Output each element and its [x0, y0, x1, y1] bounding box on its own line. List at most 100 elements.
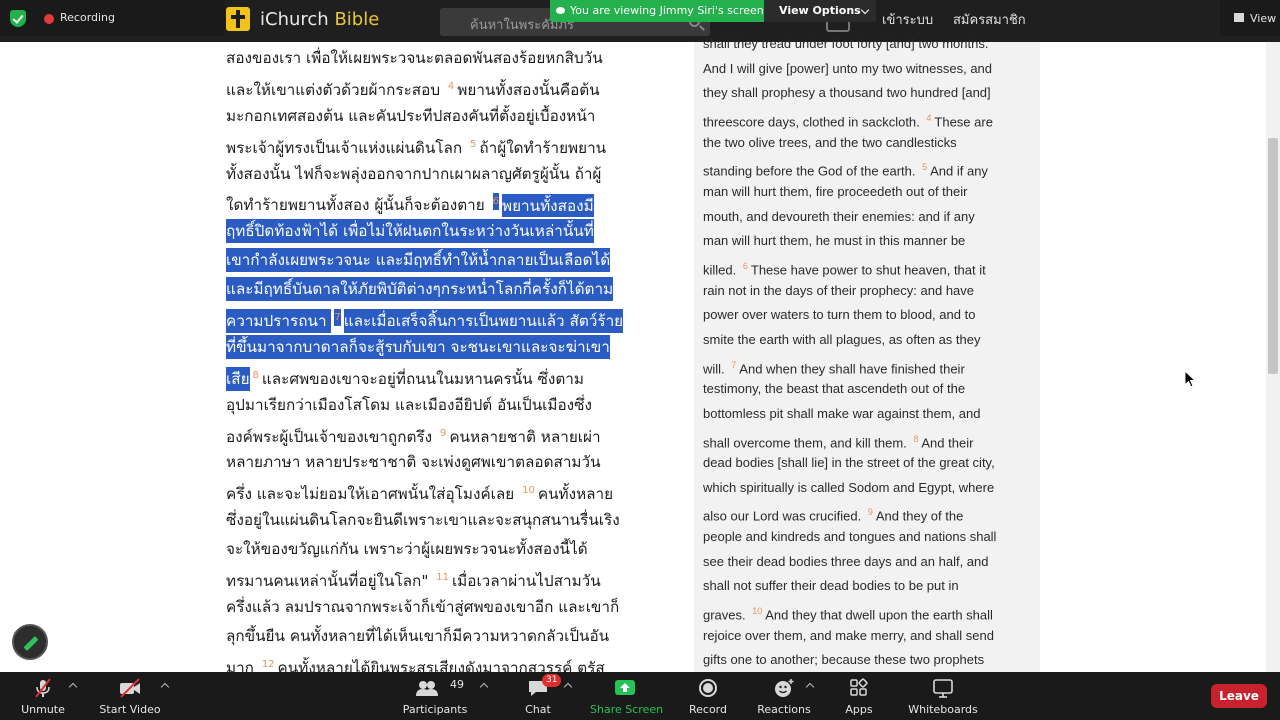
recording-label[interactable]: Recording — [60, 11, 115, 24]
participants-count: 49 — [450, 678, 464, 691]
verse-number: 7 — [731, 359, 737, 370]
text-line: which spiritually is called Sodom and Eg… — [703, 476, 1033, 501]
verse-text: rejoice over them, and make merry, and s… — [703, 627, 994, 643]
reactions-label: Reactions — [757, 703, 811, 716]
text-line: standing before the God of the earth. 5A… — [703, 155, 1033, 180]
view-options-button[interactable]: View Options — [764, 0, 876, 22]
verse-text: เมื่อเวลาผ่านไปสามวัน — [451, 572, 601, 591]
start-video-label: Start Video — [99, 703, 161, 716]
verse-text: And they that dwell upon the earth shall — [765, 607, 993, 623]
viewing-screen-banner: You are viewing Jimmy Siri's screen — [550, 0, 764, 22]
verse-text: ครึ่งแล้ว ลมปราณจากพระเจ้าก็เข้าสู่ศพของ… — [226, 597, 620, 616]
text-line: ครึ่งแล้ว ลมปราณจากพระเจ้าก็เข้าสู่ศพของ… — [226, 593, 672, 622]
start-video-button[interactable]: Start Video — [96, 672, 164, 720]
view-options-label: View Options — [779, 4, 861, 17]
whiteboards-button[interactable]: Whiteboards — [906, 672, 980, 720]
text-line: ซึ่งอยู่ในแผ่นดินโลกจะยินดีเพราะเขาและจะ… — [226, 506, 672, 535]
verse-text: ครึ่ง และจะไม่ยอมให้เอาศพนั้นใส่อุโมงค์เ… — [226, 485, 520, 504]
verse-text: ซึ่งอยู่ในแผ่นดินโลกจะยินดีเพราะเขาและจะ… — [226, 511, 620, 530]
verse-number: 9 — [439, 427, 447, 439]
verse-text: shall they tread under foot forty [and] … — [703, 36, 989, 51]
highlighted-text: ความปรารถนา — [226, 309, 332, 333]
participants-options-caret-icon[interactable] — [479, 682, 489, 692]
view-button[interactable]: View — [1220, 0, 1280, 36]
zoom-toolbar: Unmute Start Video 49 Participants 31 Ch… — [0, 672, 1280, 720]
verse-text: ทั้งสองนั้น ไฟก็จะพลุ่งออกจากปากเผาผลาญศ… — [226, 164, 602, 183]
text-line: เสีย 8 และศพของเขาจะอยู่ที่ถนนในมหานครนั้น… — [226, 362, 672, 391]
text-line: ที่ขึ้นมาจากบาดาลก็จะสู้รบกับเขา จะชนะเข… — [226, 333, 672, 362]
verse-text: killed. — [703, 262, 740, 278]
apps-button[interactable]: Apps — [836, 672, 882, 720]
verse-text: คนทั้งหลาย — [537, 485, 614, 504]
text-line: testimony, the beast that ascendeth out … — [703, 377, 1033, 402]
login-link[interactable]: เข้าระบบ — [882, 9, 933, 30]
verse-text: rain not in the days of their prophecy: … — [703, 282, 975, 298]
apps-label: Apps — [845, 703, 873, 716]
verse-text: testimony, the beast that ascendeth out … — [703, 381, 966, 397]
verse-number: 5 — [922, 162, 928, 173]
highlighted-text: พยานทั้งสองมี — [501, 193, 594, 218]
shared-screen: iChurch Bible ค้นหาในพระคัมภีร์ เข้าระบบ… — [0, 0, 1280, 672]
chat-options-caret-icon[interactable] — [563, 682, 573, 692]
verse-text: mouth, and devoureth their enemies: and … — [703, 208, 975, 224]
verse-text: และศพของเขาจะอยู่ที่ถนนในมหานครนั้น ซึ่ง… — [261, 369, 584, 388]
verse-text: ทรมานคนเหล่านั้นที่อยู่ในโลก" — [226, 572, 434, 591]
site-logo[interactable]: iChurch Bible — [226, 4, 379, 34]
record-label: Record — [688, 703, 727, 716]
verse-text: the two olive trees, and the two candles… — [703, 134, 957, 150]
pencil-icon — [23, 636, 39, 651]
view-label: View — [1250, 12, 1277, 25]
verse-number: 6 — [492, 193, 499, 211]
highlighted-text: และเมื่อเสร็จสิ้นการเป็นพยานแล้ว สัตว์ร้… — [343, 309, 624, 333]
verse-text: smite the earth with all plagues, as oft… — [703, 331, 981, 347]
verse-text: man will hurt them, he must in this mann… — [703, 233, 966, 249]
text-line: และมีฤทธิ์บันดาลให้ภัยพิบัติต่างๆกระหน่ำ… — [226, 275, 672, 304]
video-camera-off-icon — [120, 678, 140, 698]
text-line: มะกอกเทศสองต้น และคันประทีปสองคันที่ตั้ง… — [226, 102, 672, 131]
recording-dot-icon — [44, 14, 54, 24]
reactions-button[interactable]: Reactions — [756, 672, 812, 720]
verse-text: หลายภาษา หลายประชาชาติ จะเพ่งดูศพเขาตลอด… — [226, 453, 601, 472]
text-line: ทั้งสองนั้น ไฟก็จะพลุ่งออกจากปากเผาผลาญศ… — [226, 160, 672, 189]
text-line: man will hurt them, fire proceedeth out … — [703, 180, 1033, 205]
cross-logo-icon — [226, 7, 250, 31]
verse-text: ลุกขึ้นยืน คนทั้งหลายที่ได้เห็นเขาก็มีคว… — [226, 626, 610, 645]
verse-number: 7 — [334, 309, 341, 327]
unmute-button[interactable]: Unmute — [10, 672, 76, 720]
verse-text: สองของเรา เพื่อให้เผยพระวจนะตลอดพันสองร้… — [226, 49, 603, 67]
text-line: smite the earth with all plagues, as oft… — [703, 328, 1033, 353]
verse-text: also our Lord was crucified. — [703, 508, 865, 524]
annotate-button[interactable] — [12, 624, 48, 660]
register-link[interactable]: สมัครสมาชิก — [953, 9, 1026, 30]
shield-check-icon[interactable] — [10, 10, 26, 27]
verse-text: องค์พระผู้เป็นเจ้าของเขาถูกตรึง — [226, 427, 437, 446]
scrollbar-thumb[interactable] — [1268, 138, 1278, 374]
verse-text: shall overcome them, and kill them. — [703, 434, 911, 450]
verse-text: คนหลายชาติ หลายเผ่า — [449, 427, 601, 446]
verse-text: จะให้ของขวัญแก่กัน เพราะว่าผู้เผยพระวจนะ… — [226, 540, 588, 559]
share-screen-button[interactable]: Share Screen — [590, 672, 663, 720]
verse-text: threescore days, clothed in sackcloth. — [703, 114, 924, 130]
verse-number: 10 — [752, 606, 763, 617]
participants-button[interactable]: 49 Participants — [400, 672, 470, 720]
zoom-meeting-info-bar: Recording — [0, 0, 225, 36]
text-line: And I will give [power] unto my two witn… — [703, 57, 1033, 82]
text-line: rejoice over them, and make merry, and s… — [703, 624, 1033, 649]
thai-bible-text: สองของเรา เพื่อให้เผยพระวจนะตลอดพันสองร้… — [226, 44, 672, 672]
text-line: จะให้ของขวัญแก่กัน เพราะว่าผู้เผยพระวจนะ… — [226, 535, 672, 564]
chat-button[interactable]: 31 Chat — [514, 672, 562, 720]
verse-text: พยานทั้งสองนั้นคือต้น — [457, 80, 600, 99]
verse-text: And their — [921, 434, 974, 450]
verse-text: คนทั้งหลายได้ยินพระสุรเสียงดังมาจากสวรรค… — [277, 658, 605, 672]
text-line: also our Lord was crucified. 9 And they o… — [703, 500, 1033, 525]
leave-button[interactable]: Leave — [1211, 684, 1267, 708]
chat-unread-badge: 31 — [542, 674, 562, 687]
participants-label: Participants — [402, 703, 468, 716]
verse-text: And if any — [930, 163, 988, 179]
chat-label: Chat — [525, 703, 551, 716]
text-line: man will hurt them, he must in this mann… — [703, 229, 1033, 254]
record-button[interactable]: Record — [684, 672, 732, 720]
text-line: will. 7 And when they shall have finished… — [703, 353, 1033, 378]
verse-number: 4 — [447, 80, 455, 92]
record-icon — [699, 679, 717, 697]
